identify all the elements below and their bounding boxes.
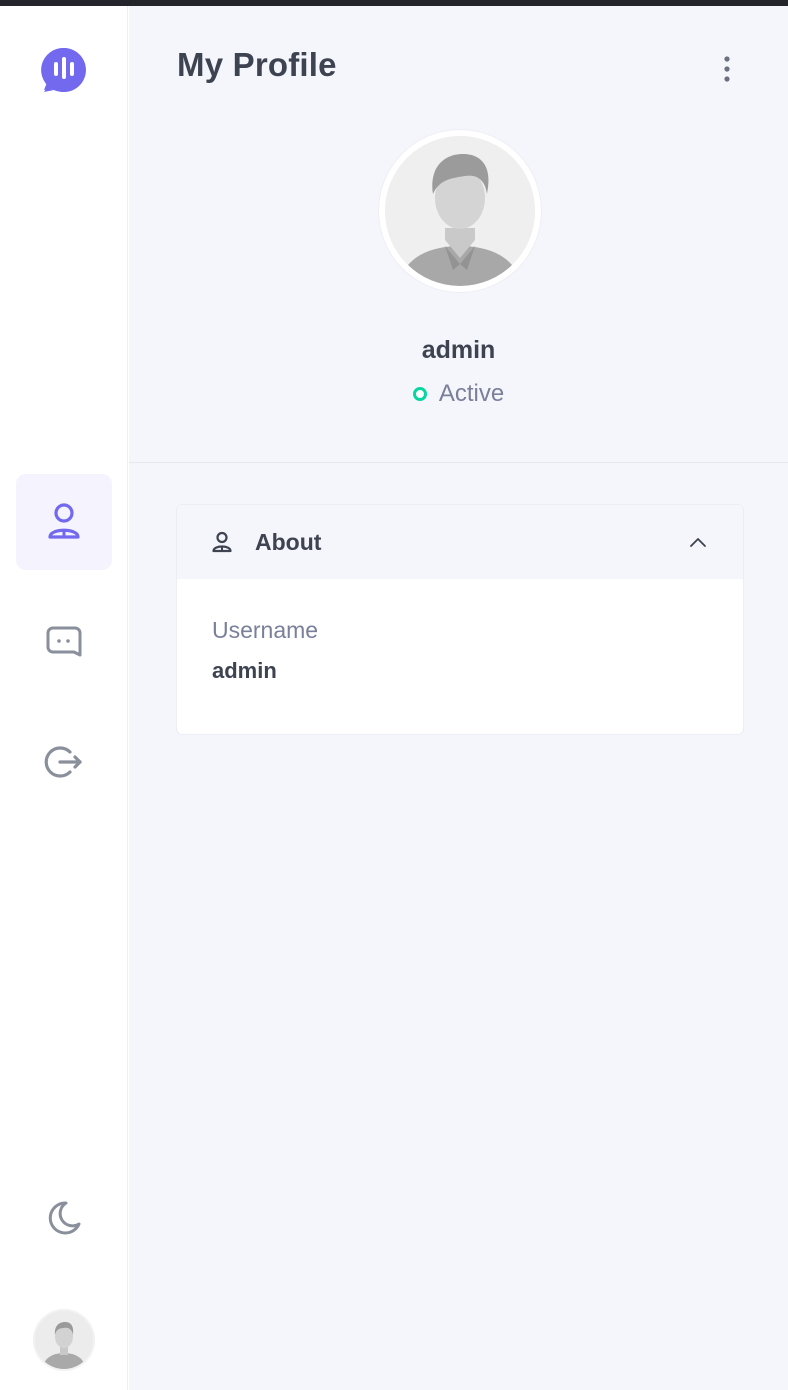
user-icon	[212, 531, 232, 553]
username-label: Username	[212, 617, 319, 643]
sidebar	[0, 6, 128, 1390]
page-title: My Profile	[177, 46, 337, 83]
profile-name: admin	[421, 336, 496, 364]
status-dot-icon	[412, 387, 427, 401]
nav-profile-button[interactable]	[16, 474, 112, 570]
username-value: admin	[212, 658, 277, 683]
status-text: Active	[438, 380, 505, 407]
divider	[129, 462, 788, 463]
user-avatar[interactable]	[33, 1309, 95, 1371]
theme-toggle-button[interactable]	[16, 1170, 112, 1266]
moon-icon	[48, 1201, 81, 1235]
person-placeholder-icon	[35, 1311, 93, 1369]
about-accordion-header[interactable]: About	[177, 505, 743, 579]
profile-avatar	[379, 130, 541, 292]
about-accordion-body: Username admin	[177, 579, 743, 684]
more-options-icon[interactable]	[717, 54, 737, 84]
about-accordion: About Username admin	[176, 504, 744, 735]
about-title: About	[255, 528, 322, 555]
chat-icon	[46, 626, 82, 657]
status-indicator: Active	[129, 380, 788, 408]
app-logo-icon[interactable]	[40, 46, 88, 94]
person-placeholder-icon	[385, 136, 535, 286]
logout-icon	[44, 746, 82, 778]
chevron-up-icon[interactable]	[687, 531, 709, 553]
nav-chats-button[interactable]	[16, 594, 112, 690]
nav-logout-button[interactable]	[16, 714, 112, 810]
user-icon	[48, 503, 80, 539]
main-content: My Profile admin Active About Username a…	[129, 6, 788, 1390]
